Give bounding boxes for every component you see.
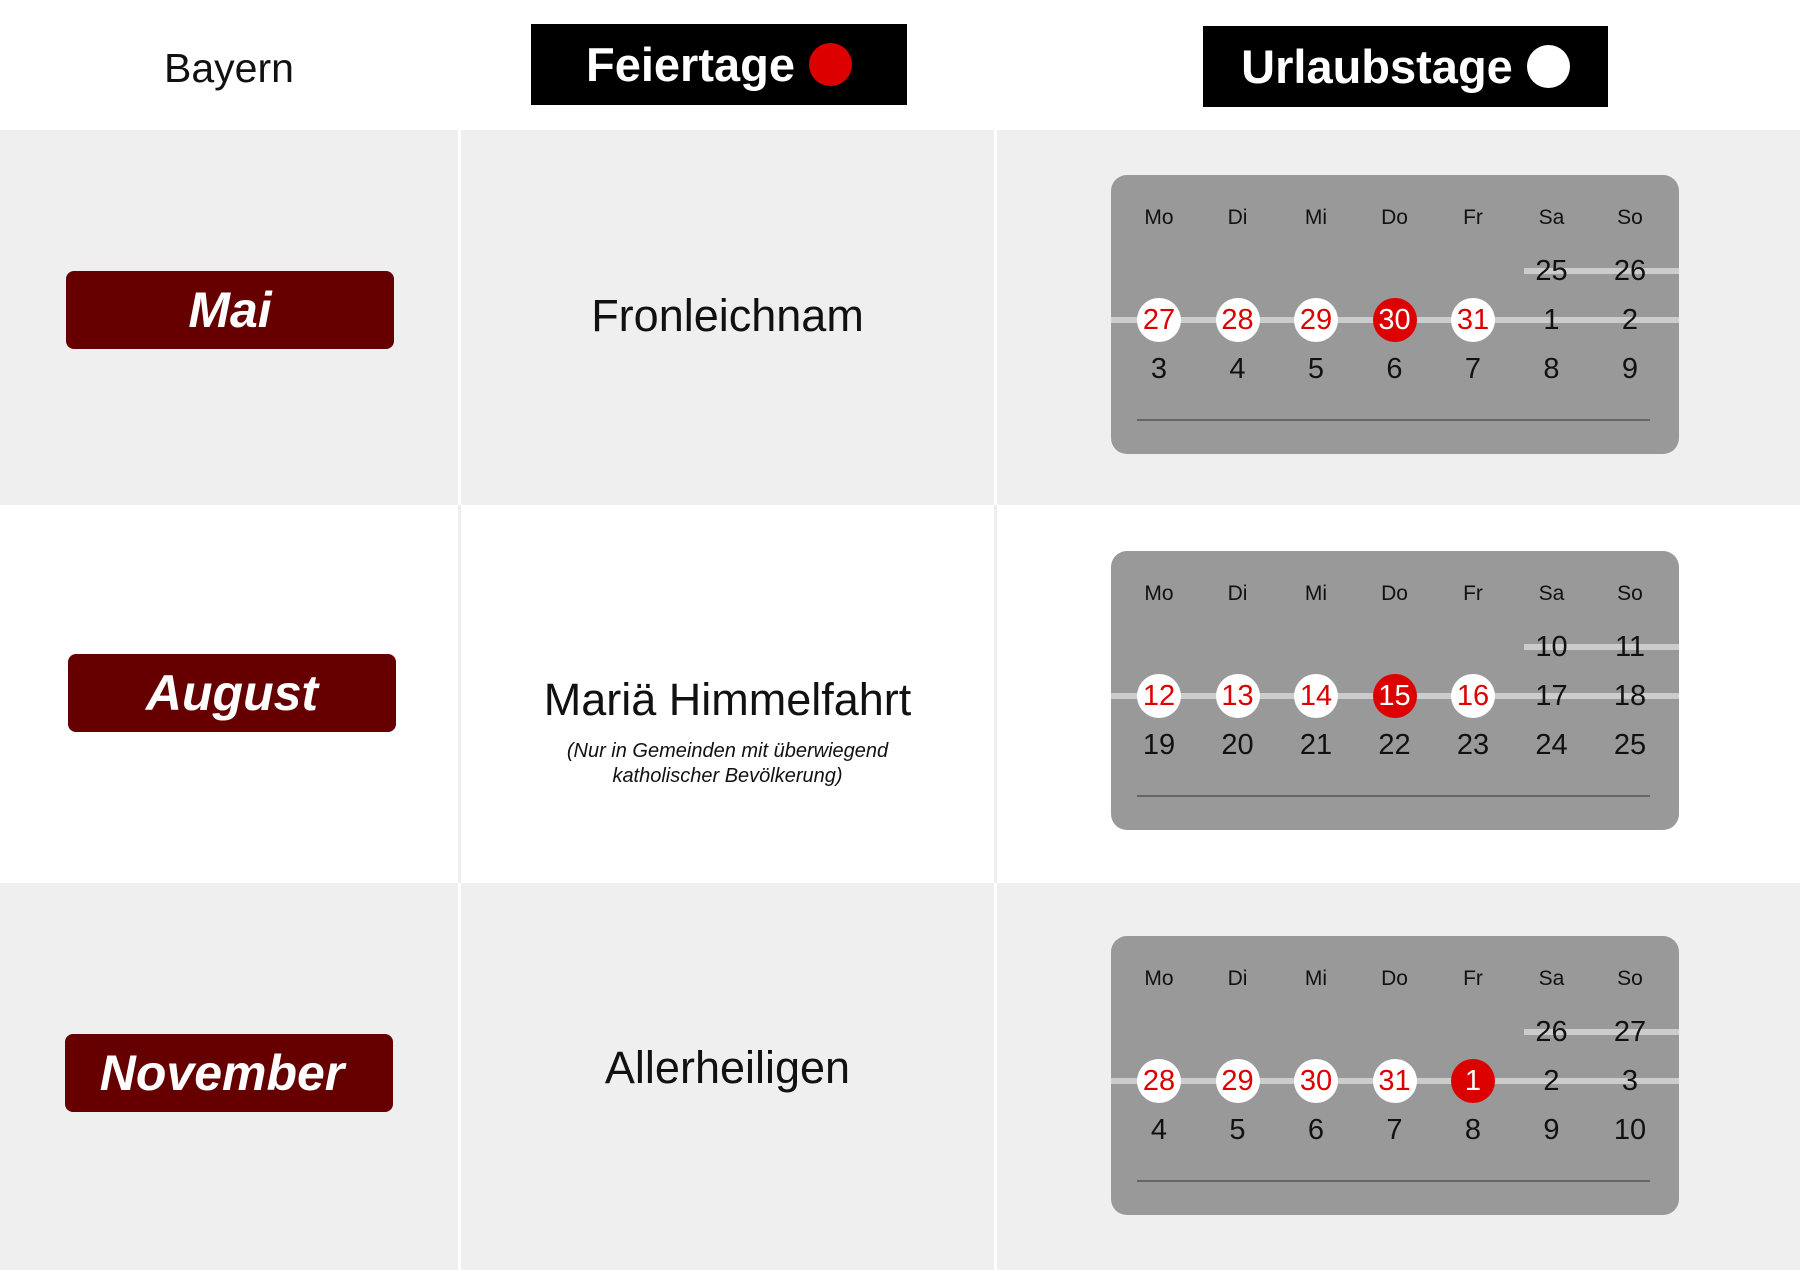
weekday-header: Di xyxy=(1227,206,1248,229)
weekday-header: Mo xyxy=(1144,582,1174,605)
calendar-day: 4 xyxy=(1150,1113,1168,1146)
calendar-day: 26 xyxy=(1613,254,1647,287)
weekday-header: Mi xyxy=(1304,206,1328,229)
weekday-header: Sa xyxy=(1538,582,1565,605)
weekday-header: Mo xyxy=(1144,206,1174,229)
vacation-day: 28 xyxy=(1215,298,1260,342)
weekday-header: Do xyxy=(1381,206,1408,229)
calendar-day: 8 xyxy=(1543,352,1560,385)
weekday-header: So xyxy=(1617,206,1643,229)
calendar-bottom-rule xyxy=(1137,419,1650,421)
calendar-day: 6 xyxy=(1386,352,1403,385)
calendar-day: 2 xyxy=(1621,303,1639,336)
calendar-august: Mo Di Mi Do Fr Sa So 10 11 12 13 14 15 16 17 18 19 20 21 22… xyxy=(1111,551,1679,830)
calendar-day: 10 xyxy=(1535,630,1568,663)
calendar-day: 2 xyxy=(1543,1064,1560,1097)
legend-vacation-label: Urlaubstage xyxy=(1241,40,1513,93)
calendar-day: 23 xyxy=(1456,728,1490,761)
calendar-day: 20 xyxy=(1221,728,1254,761)
calendar-day: 11 xyxy=(1614,630,1646,663)
calendar-day: 26 xyxy=(1535,1015,1568,1048)
header: Bayern Feiertage Urlaubstage xyxy=(0,0,1800,130)
month-badge-mai: Mai xyxy=(66,271,394,349)
calendar-day: 3 xyxy=(1150,352,1168,385)
weekday-header: Sa xyxy=(1538,206,1565,229)
holiday-day: 15 xyxy=(1372,674,1417,718)
calendar-day: 5 xyxy=(1307,352,1325,385)
holiday-note-line-2: katholischer Bevölkerung) xyxy=(612,765,843,787)
vacation-day: 28 xyxy=(1137,1059,1181,1103)
calendar-day: 1 xyxy=(1543,303,1560,336)
month-badge-november: November xyxy=(65,1034,393,1112)
calendar-mai: Mo Di Mi Do Fr Sa So 25 26 27 28 29 30 31 1 2 3 4 5 6 7 8 9 xyxy=(1111,175,1679,454)
calendar-day: 9 xyxy=(1543,1113,1560,1146)
weekday-header: Mi xyxy=(1304,582,1328,605)
calendar-day: 24 xyxy=(1535,728,1568,761)
calendar-day: 21 xyxy=(1299,728,1333,761)
legend-vacation: Urlaubstage xyxy=(1203,26,1608,107)
calendar-day: 7 xyxy=(1386,1113,1403,1146)
vacation-day: 16 xyxy=(1451,674,1495,718)
weekday-header: Di xyxy=(1227,582,1248,605)
weekday-header: So xyxy=(1617,582,1643,605)
vacation-day: 29 xyxy=(1215,1059,1260,1103)
calendar-day: 18 xyxy=(1613,679,1647,712)
weekday-header: Di xyxy=(1227,967,1248,990)
weekday-header: Sa xyxy=(1538,967,1565,990)
weekday-header: Fr xyxy=(1463,206,1483,229)
holiday-note-line-1: (Nur in Gemeinden mit überwiegend xyxy=(566,740,889,762)
calendar-day: 8 xyxy=(1464,1113,1482,1146)
calendar-day: 5 xyxy=(1229,1113,1246,1146)
calendar-day: 9 xyxy=(1621,352,1639,385)
calendar-day: 25 xyxy=(1535,254,1568,287)
calendar-bottom-rule xyxy=(1137,795,1650,797)
calendar-day: 6 xyxy=(1307,1113,1325,1146)
calendar-day: 22 xyxy=(1378,728,1411,761)
calendar-day: 4 xyxy=(1229,352,1246,385)
holiday-name-allerheiligen: Allerheiligen xyxy=(604,1042,851,1093)
white-dot-icon xyxy=(1526,45,1570,88)
legend-holidays: Feiertage xyxy=(531,24,907,105)
weekday-header: Fr xyxy=(1463,967,1483,990)
calendar-day: 19 xyxy=(1142,728,1176,761)
month-badge-august: August xyxy=(68,654,396,732)
weekday-header: Mi xyxy=(1304,967,1328,990)
weekday-header: So xyxy=(1617,967,1643,990)
vacation-day: 12 xyxy=(1137,674,1181,718)
calendar-day: 3 xyxy=(1621,1064,1639,1097)
holiday-day: 1 xyxy=(1451,1059,1495,1103)
weekday-header: Fr xyxy=(1463,582,1483,605)
vacation-day: 29 xyxy=(1294,298,1338,342)
vacation-day: 31 xyxy=(1451,298,1495,342)
vacation-day: 14 xyxy=(1294,674,1338,718)
calendar-day: 27 xyxy=(1613,1015,1647,1048)
calendar-day: 10 xyxy=(1613,1113,1647,1146)
holiday-name-fronleichnam: Fronleichnam xyxy=(591,290,864,341)
legend-holidays-label: Feiertage xyxy=(586,38,795,91)
vacation-day: 31 xyxy=(1372,1059,1417,1103)
weekday-header: Do xyxy=(1381,967,1408,990)
vacation-day: 13 xyxy=(1215,674,1260,718)
vacation-day: 30 xyxy=(1294,1059,1338,1103)
calendar-november: Mo Di Mi Do Fr Sa So 26 27 28 29 30 31 1 2 3 4 5 6 7 8 9 10 xyxy=(1111,936,1679,1215)
calendar-day: 17 xyxy=(1535,679,1568,712)
state-label: Bayern xyxy=(164,45,294,91)
weekday-header: Mo xyxy=(1144,967,1174,990)
calendar-day: 7 xyxy=(1464,352,1482,385)
holiday-name-mariae-himmelfahrt: Mariä Himmelfahrt xyxy=(543,674,912,725)
calendar-bottom-rule xyxy=(1137,1180,1650,1182)
red-dot-icon xyxy=(808,43,852,86)
calendar-day: 25 xyxy=(1613,728,1647,761)
vacation-day: 27 xyxy=(1137,298,1181,342)
holiday-day: 30 xyxy=(1372,298,1417,342)
weekday-header: Do xyxy=(1381,582,1408,605)
